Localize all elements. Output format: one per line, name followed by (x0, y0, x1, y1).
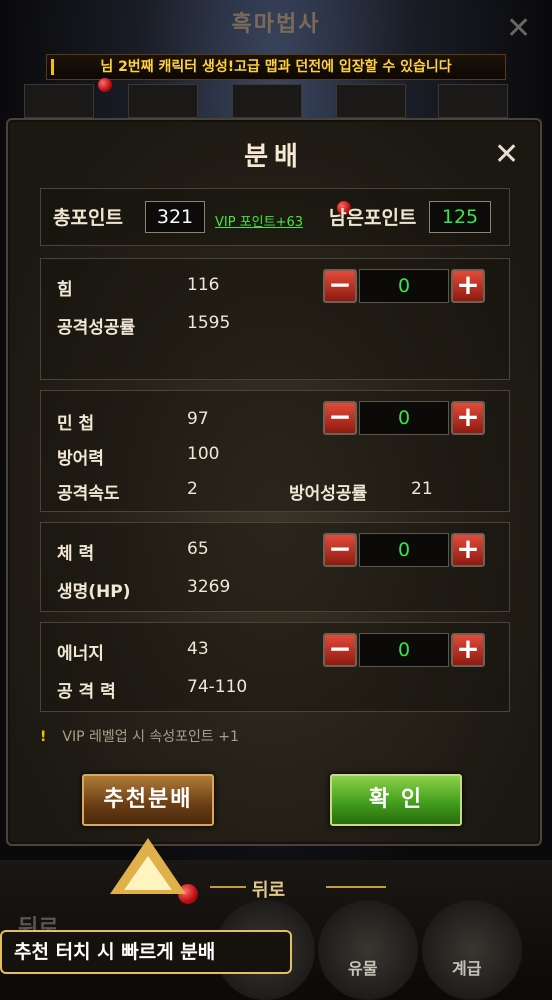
close-icon[interactable]: ✕ (506, 14, 531, 44)
minus-icon: − (328, 400, 352, 433)
stat-value: 65 (187, 539, 209, 559)
alloc-value: 0 (359, 633, 449, 667)
detail-label: 공 격 력 (57, 682, 116, 702)
total-points-label: 총포인트 (53, 207, 123, 229)
vip-note-text: VIP 레벨업 시 속성포인트 +1 (62, 729, 239, 745)
remaining-points-label: 남은포인트 (329, 207, 417, 229)
plus-button[interactable]: + (451, 269, 485, 303)
divider (210, 886, 246, 888)
close-icon[interactable]: ✕ (494, 140, 519, 170)
detail-label: 방어력 (57, 449, 104, 469)
strength-stepper: − 0 + (323, 269, 485, 303)
minus-icon: − (328, 532, 352, 565)
minus-button[interactable]: − (323, 533, 357, 567)
detail-value: 3269 (187, 577, 231, 597)
plus-icon: + (456, 632, 480, 665)
stat-label: 민 첩 (57, 414, 95, 434)
detail-value: 74-110 (187, 677, 248, 697)
stat-label: 체 력 (57, 544, 95, 564)
stat-label: 힘 (57, 280, 73, 300)
alert-dot-icon (98, 78, 112, 92)
vip-bonus-link[interactable]: VIP 포인트+63 (215, 211, 303, 230)
character-slot[interactable] (438, 84, 508, 118)
detail-label: 공격성공률 (57, 318, 136, 338)
detail-value: 2 (187, 479, 198, 499)
stat-value: 116 (187, 275, 220, 295)
relic-emblem[interactable] (318, 900, 418, 1000)
points-summary: 총포인트 321 VIP 포인트+63 남은포인트 125 (40, 188, 510, 246)
stat-value: 43 (187, 639, 209, 659)
divider (326, 886, 386, 888)
notification-banner: 님 2번째 캐릭터 생성!고급 맵과 던전에 입장할 수 있습니다 (46, 54, 506, 80)
detail-value: 100 (187, 444, 220, 464)
remaining-points-value: 125 (429, 201, 491, 233)
plus-button[interactable]: + (451, 633, 485, 667)
alloc-value: 0 (359, 401, 449, 435)
alloc-value: 0 (359, 269, 449, 303)
banner-text: 님 2번째 캐릭터 생성!고급 맵과 던전에 입장할 수 있습니다 (100, 59, 452, 75)
stat-allocation-dialog: 분배 ✕ 총포인트 321 VIP 포인트+63 남은포인트 125 힘 116… (6, 118, 542, 846)
detail-label: 방어성공률 (289, 484, 368, 504)
confirm-button[interactable]: 확 인 (330, 774, 462, 826)
minus-button[interactable]: − (323, 269, 357, 303)
energy-stepper: − 0 + (323, 633, 485, 667)
hint-tooltip: 추천 터치 시 빠르게 분배 (0, 930, 292, 974)
minus-icon: − (328, 632, 352, 665)
plus-button[interactable]: + (451, 533, 485, 567)
minus-button[interactable]: − (323, 401, 357, 435)
alloc-value: 0 (359, 533, 449, 567)
detail-value: 1595 (187, 313, 231, 333)
stat-box-strength: 힘 116 공격성공률 1595 − 0 + (40, 258, 510, 380)
total-points-value: 321 (145, 201, 205, 233)
character-slot[interactable] (24, 84, 94, 118)
vitality-stepper: − 0 + (323, 533, 485, 567)
agility-stepper: − 0 + (323, 401, 485, 435)
stat-value: 97 (187, 409, 209, 429)
nav-back-label[interactable]: 뒤로 (252, 876, 285, 902)
recommend-allocate-button[interactable]: 추천분배 (82, 774, 214, 826)
stat-label: 에너지 (57, 644, 104, 664)
warning-icon: ! (40, 729, 47, 745)
nav-item-relic[interactable]: 유물 (348, 955, 377, 979)
dialog-title: 분배 (244, 142, 304, 172)
rank-emblem[interactable] (422, 900, 522, 1000)
window-title: 흑마법사 (231, 12, 321, 37)
plus-icon: + (456, 532, 480, 565)
detail-label: 생명(HP) (57, 582, 131, 602)
minus-button[interactable]: − (323, 633, 357, 667)
plus-icon: + (456, 400, 480, 433)
stat-box-agility: 민 첩 97 방어력 100 공격속도 2 방어성공률 21 − 0 + (40, 390, 510, 512)
plus-button[interactable]: + (451, 401, 485, 435)
vip-note: ! VIP 레벨업 시 속성포인트 +1 (40, 726, 239, 746)
minus-icon: − (328, 268, 352, 301)
character-slot[interactable] (336, 84, 406, 118)
plus-icon: + (456, 268, 480, 301)
character-slot[interactable] (128, 84, 198, 118)
stat-box-vitality: 체 력 65 생명(HP) 3269 − 0 + (40, 522, 510, 612)
banner-marker (51, 59, 54, 75)
stat-box-energy: 에너지 43 공 격 력 74-110 − 0 + (40, 622, 510, 712)
detail-label: 공격속도 (57, 484, 120, 504)
pointer-arrow-highlight (124, 856, 172, 890)
nav-item-rank[interactable]: 계급 (452, 955, 481, 979)
detail-value: 21 (411, 479, 433, 499)
character-slots (24, 78, 528, 118)
character-slot[interactable] (232, 84, 302, 118)
